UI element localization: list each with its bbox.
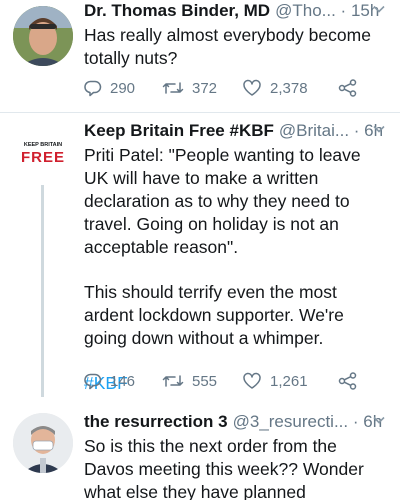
chevron-down-icon[interactable]	[372, 2, 386, 16]
timestamp-separator: ·	[348, 412, 364, 431]
chevron-down-icon[interactable]	[372, 122, 386, 136]
tweet-header: Keep Britain Free #KBF @Britai... · 6h	[84, 120, 390, 142]
like-count: 1,261	[270, 372, 308, 390]
tweet-actions: 290 372 2,378	[84, 79, 358, 97]
avatar-keep-britain-free[interactable]: KEEP BRITAIN FREE	[13, 119, 73, 179]
reply-count: 290	[110, 79, 136, 97]
tweet-1[interactable]: Dr. Thomas Binder, MD @Tho... · 15h Has …	[0, 0, 400, 112]
reply-button[interactable]: 146	[84, 372, 162, 390]
reply-icon	[84, 372, 102, 390]
user-handle[interactable]: @Britai...	[279, 120, 349, 142]
reply-count: 146	[110, 372, 136, 390]
retweet-count: 372	[192, 79, 218, 97]
share-icon	[338, 372, 358, 390]
tweet-3[interactable]: the resurrection 3 @3_resurecti... · 6h …	[0, 405, 400, 500]
share-button[interactable]	[338, 372, 358, 390]
reply-icon	[84, 79, 102, 97]
tweet-header: Dr. Thomas Binder, MD @Tho... · 15h	[84, 0, 390, 22]
retweet-count: 555	[192, 372, 218, 390]
retweet-button[interactable]: 555	[162, 372, 242, 390]
like-count: 2,378	[270, 79, 308, 97]
user-handle[interactable]: @3_resurecti...	[233, 411, 349, 433]
like-button[interactable]: 1,261	[242, 372, 338, 390]
like-icon	[242, 79, 262, 97]
tweet-actions: 146 555 1,261	[84, 372, 358, 390]
user-handle[interactable]: @Tho...	[275, 0, 336, 22]
like-icon	[242, 372, 262, 390]
display-name[interactable]: Keep Britain Free #KBF	[84, 120, 274, 142]
avatar-label-top: KEEP BRITAIN	[24, 142, 62, 148]
timestamp-separator: ·	[335, 1, 351, 20]
tweet-text: So is this the next order from the Davos…	[84, 436, 364, 500]
avatar-thomas-binder[interactable]	[13, 6, 73, 66]
tweet-paragraph-2: This should terrify even the most ardent…	[84, 282, 344, 348]
display-name[interactable]: the resurrection 3	[84, 411, 228, 433]
tweet-paragraph-1: Priti Patel: "People wanting to leave UK…	[84, 145, 361, 257]
retweet-icon	[162, 372, 184, 390]
retweet-icon	[162, 79, 184, 97]
tweet-text: Has really almost everybody become total…	[84, 25, 371, 68]
share-button[interactable]	[338, 79, 358, 97]
avatar-resurrection-3[interactable]	[13, 413, 73, 473]
timestamp-separator: ·	[349, 121, 365, 140]
display-name[interactable]: Dr. Thomas Binder, MD	[84, 0, 270, 22]
tweet-header: the resurrection 3 @3_resurecti... · 6h	[84, 411, 390, 433]
reply-button[interactable]: 290	[84, 79, 162, 97]
avatar-label-bottom: FREE	[21, 149, 65, 166]
tweet-2[interactable]: KEEP BRITAIN FREE Keep Britain Free #KBF…	[0, 113, 400, 403]
like-button[interactable]: 2,378	[242, 79, 338, 97]
share-icon	[338, 79, 358, 97]
retweet-button[interactable]: 372	[162, 79, 242, 97]
tweet-text: Priti Patel: "People wanting to leave UK…	[84, 144, 388, 395]
thread-line	[41, 185, 44, 397]
chevron-down-icon[interactable]	[372, 413, 386, 427]
